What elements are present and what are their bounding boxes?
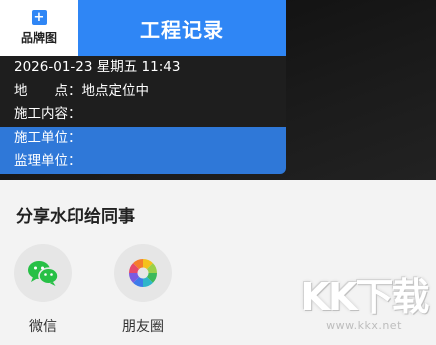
watermark-title: 工程记录 bbox=[78, 0, 286, 56]
share-moments-button[interactable]: 朋友圈 bbox=[113, 244, 173, 336]
brand-image-label: 品牌图 bbox=[20, 31, 57, 45]
watermark-location-row: 地 点：地点定位中 bbox=[0, 79, 286, 103]
watermark-content-row: 施工内容： bbox=[0, 103, 286, 127]
watermark-card[interactable]: + 品牌图 工程记录 2026-01-23 星期五 11:43 地 点：地点定位… bbox=[0, 0, 286, 174]
company-label: 施工单位： bbox=[14, 129, 82, 146]
watermark-company-row: 施工单位： bbox=[0, 126, 286, 150]
site-watermark: KK下载 www.kkx.net bbox=[300, 266, 430, 342]
share-moments-label: 朋友圈 bbox=[122, 319, 164, 335]
brand-image-button[interactable]: + 品牌图 bbox=[0, 0, 78, 56]
site-watermark-logo: KK下载 bbox=[300, 275, 430, 319]
watermark-supervisor-row: 监理单位： bbox=[0, 150, 286, 174]
supervisor-label: 监理单位： bbox=[14, 153, 82, 169]
location-value: 地点定位中 bbox=[81, 82, 150, 99]
plus-icon: + bbox=[31, 10, 47, 25]
watermark-header: + 品牌图 工程记录 bbox=[0, 0, 286, 56]
wechat-icon bbox=[28, 261, 59, 286]
share-wechat-label: 微信 bbox=[29, 319, 57, 335]
moments-icon bbox=[129, 259, 157, 287]
content-label: 施工内容： bbox=[14, 106, 82, 122]
share-title: 分享水印给同事 bbox=[16, 207, 135, 227]
location-label: 地 点： bbox=[14, 82, 82, 99]
share-moments-circle[interactable] bbox=[114, 244, 172, 302]
share-wechat-button[interactable]: 微信 bbox=[13, 244, 73, 336]
share-wechat-circle[interactable] bbox=[14, 244, 72, 302]
watermark-datetime: 2026-01-23 星期五 11:43 bbox=[0, 56, 286, 80]
